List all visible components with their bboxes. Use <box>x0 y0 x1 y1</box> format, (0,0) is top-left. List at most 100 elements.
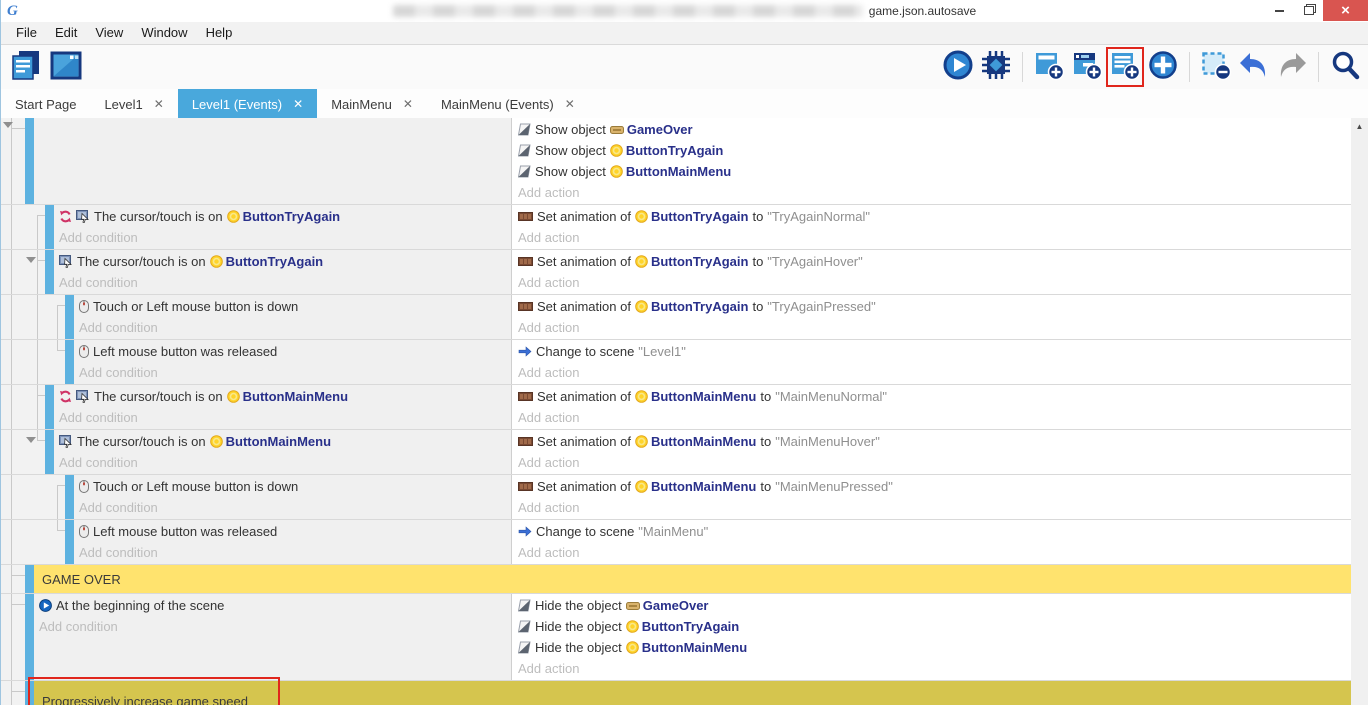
event-drag-handle[interactable] <box>25 565 34 593</box>
animation-icon <box>518 212 533 221</box>
scroll-up-icon[interactable]: ▲ <box>1351 118 1368 131</box>
event-block: Touch or Left mouse button is down Add co… <box>1 475 1351 520</box>
add-action-button[interactable]: Add action <box>518 407 1351 428</box>
remove-selection-button[interactable] <box>1199 49 1233 85</box>
tab-close-icon[interactable]: ✕ <box>403 97 413 111</box>
add-event-button[interactable] <box>1032 49 1066 85</box>
condition-line[interactable]: Touch or Left mouse button is down <box>79 476 511 497</box>
condition-line[interactable]: The cursor/touch is onButtonTryAgain <box>59 251 511 272</box>
event-drag-handle[interactable] <box>45 205 54 249</box>
vertical-scrollbar[interactable]: ▲ <box>1350 118 1368 705</box>
event-text: to <box>752 254 763 269</box>
add-condition-button[interactable]: Add condition <box>59 272 511 293</box>
add-more-button[interactable] <box>1146 49 1180 85</box>
tab-level1[interactable]: Level1✕ <box>90 89 177 119</box>
event-drag-handle[interactable] <box>25 594 34 680</box>
coin-icon <box>610 165 623 178</box>
action-line[interactable]: Show objectGameOver <box>518 119 1351 140</box>
event-text: Left mouse button was released <box>93 524 277 539</box>
add-condition-button[interactable]: Add condition <box>79 542 511 563</box>
action-line[interactable]: Show objectButtonTryAgain <box>518 140 1351 161</box>
add-action-button[interactable]: Add action <box>518 542 1351 563</box>
menu-item-window[interactable]: Window <box>132 22 196 44</box>
close-button[interactable]: × <box>1323 0 1368 21</box>
scene-editor-button[interactable] <box>49 49 83 85</box>
event-drag-handle[interactable] <box>65 475 74 519</box>
menu-item-edit[interactable]: Edit <box>46 22 86 44</box>
add-action-button[interactable]: Add action <box>518 182 1351 203</box>
action-line[interactable]: Set animation ofButtonMainMenuto"MainMen… <box>518 431 1351 452</box>
event-drag-handle[interactable] <box>25 118 34 204</box>
tab-mainmenu[interactable]: MainMenu✕ <box>317 89 427 119</box>
tab-close-icon[interactable]: ✕ <box>293 97 303 111</box>
event-drag-handle[interactable] <box>45 250 54 294</box>
undo-button[interactable] <box>1237 49 1271 85</box>
add-condition-button[interactable]: Add condition <box>39 616 511 637</box>
event-block: Left mouse button was released Add condit… <box>1 520 1351 565</box>
add-action-button[interactable]: Add action <box>518 317 1351 338</box>
add-action-button[interactable]: Add action <box>518 658 1351 679</box>
add-action-button[interactable]: Add action <box>518 227 1351 248</box>
action-line[interactable]: Change to scene"MainMenu" <box>518 521 1351 542</box>
add-subevent-button[interactable] <box>1070 49 1104 85</box>
add-condition-button[interactable]: Add condition <box>59 407 511 428</box>
menu-item-file[interactable]: File <box>7 22 46 44</box>
add-condition-button[interactable]: Add condition <box>59 227 511 248</box>
minimize-button[interactable] <box>1265 0 1294 21</box>
event-drag-handle[interactable] <box>65 520 74 564</box>
event-text: Hide the object <box>535 640 622 655</box>
action-line[interactable]: Hide the objectGameOver <box>518 595 1351 616</box>
debugger-button[interactable] <box>979 49 1013 85</box>
redo-button[interactable] <box>1275 49 1309 85</box>
menu-item-help[interactable]: Help <box>197 22 242 44</box>
add-action-button[interactable]: Add action <box>518 272 1351 293</box>
animation-icon <box>518 257 533 266</box>
add-condition-button[interactable]: Add condition <box>79 362 511 383</box>
tab-close-icon[interactable]: ✕ <box>565 97 575 111</box>
action-line[interactable]: Change to scene"Level1" <box>518 341 1351 362</box>
event-drag-handle[interactable] <box>45 430 54 474</box>
add-action-button[interactable]: Add action <box>518 497 1351 518</box>
event-drag-handle[interactable] <box>45 385 54 429</box>
search-button[interactable] <box>1328 49 1362 85</box>
action-line[interactable]: Set animation ofButtonTryAgainto"TryAgai… <box>518 296 1351 317</box>
condition-line[interactable]: The cursor/touch is onButtonTryAgain <box>59 206 511 227</box>
restore-button[interactable] <box>1294 0 1323 21</box>
condition-line[interactable]: The cursor/touch is onButtonMainMenu <box>59 431 511 452</box>
add-condition-button[interactable]: Add condition <box>59 452 511 473</box>
comment-row[interactable]: GAME OVER <box>34 565 1351 593</box>
add-action-button[interactable]: Add action <box>518 452 1351 473</box>
action-line[interactable]: Show objectButtonMainMenu <box>518 161 1351 182</box>
event-text: Touch or Left mouse button is down <box>93 479 298 494</box>
add-action-button[interactable]: Add action <box>518 362 1351 383</box>
action-line[interactable]: Set animation ofButtonTryAgainto"TryAgai… <box>518 206 1351 227</box>
project-manager-button[interactable] <box>9 49 43 85</box>
condition-line[interactable]: At the beginning of the scene <box>39 595 511 616</box>
comment-row[interactable]: Progressively increase game speed <box>34 681 1351 705</box>
menu-item-view[interactable]: View <box>86 22 132 44</box>
condition-line[interactable]: Left mouse button was released <box>79 341 511 362</box>
add-comment-button[interactable] <box>1108 49 1142 85</box>
event-drag-handle[interactable] <box>25 681 34 705</box>
condition-line[interactable]: Touch or Left mouse button is down <box>79 296 511 317</box>
action-line[interactable]: Set animation ofButtonTryAgainto"TryAgai… <box>518 251 1351 272</box>
project-manager-icon <box>10 49 42 86</box>
tab-level1-events-[interactable]: Level1 (Events)✕ <box>178 89 317 119</box>
tab-mainmenu-events-[interactable]: MainMenu (Events)✕ <box>427 89 589 119</box>
add-condition-button[interactable]: Add condition <box>79 317 511 338</box>
event-drag-handle[interactable] <box>65 295 74 339</box>
window-title-redacted <box>393 5 863 17</box>
play-button[interactable] <box>941 49 975 85</box>
action-line[interactable]: Hide the objectButtonTryAgain <box>518 616 1351 637</box>
visibility-icon <box>518 620 531 633</box>
tab-start-page[interactable]: Start Page <box>1 89 90 119</box>
event-drag-handle[interactable] <box>65 340 74 384</box>
action-line[interactable]: Hide the objectButtonMainMenu <box>518 637 1351 658</box>
event-text: to <box>752 209 763 224</box>
tab-close-icon[interactable]: ✕ <box>154 97 164 111</box>
action-line[interactable]: Set animation ofButtonMainMenuto"MainMen… <box>518 386 1351 407</box>
condition-line[interactable]: The cursor/touch is onButtonMainMenu <box>59 386 511 407</box>
add-condition-button[interactable]: Add condition <box>79 497 511 518</box>
action-line[interactable]: Set animation ofButtonMainMenuto"MainMen… <box>518 476 1351 497</box>
condition-line[interactable]: Left mouse button was released <box>79 521 511 542</box>
